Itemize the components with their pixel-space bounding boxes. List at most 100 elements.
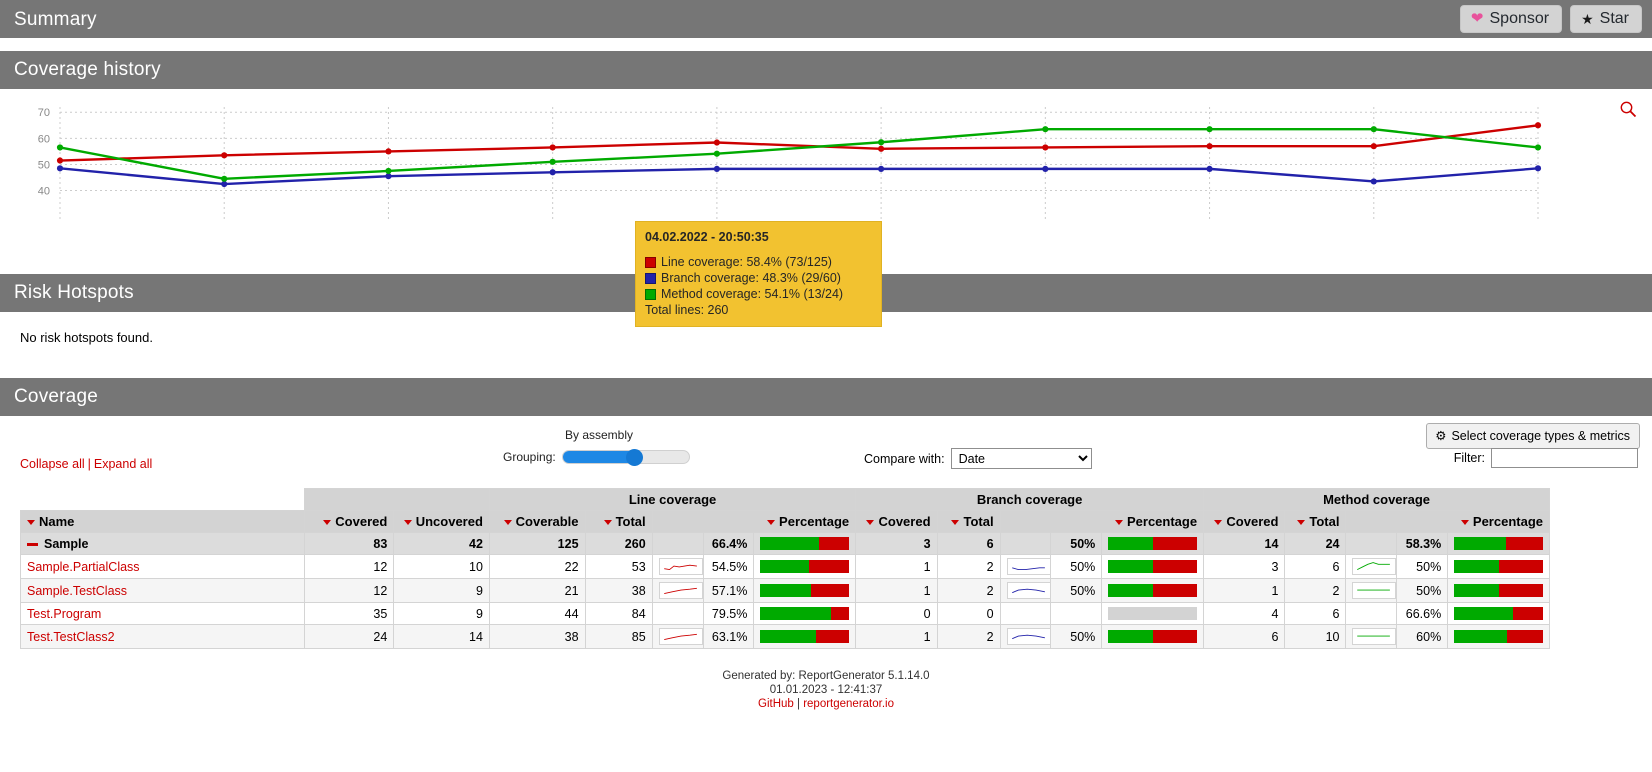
col-header-line-percentage[interactable]: Percentage [651,510,857,533]
coverage-bar [760,537,850,550]
cell-name[interactable]: Sample.TestClass [20,578,305,603]
row-name-link[interactable]: Sample.TestClass [27,584,127,598]
sort-caret-icon[interactable] [866,520,875,526]
cell-method-sparkline [1345,578,1398,603]
row-name-link[interactable]: Test.Program [27,607,101,621]
cell-branch-sparkline [999,578,1052,603]
sort-caret-icon[interactable] [1297,520,1306,526]
sort-caret-icon[interactable] [403,520,412,526]
sort-caret-icon[interactable] [603,520,612,526]
sort-caret-icon[interactable] [1214,520,1223,526]
cell-method-coverage-bar [1447,532,1550,555]
coverage-column-header-row: Name Covered Uncovered Coverable Total P… [20,510,1550,533]
cell-branch-coverage-bar [1101,602,1205,625]
coverage-bar [1108,537,1198,550]
coverage-bar-covered [1108,537,1153,550]
grouping-slider-knob[interactable] [625,449,643,466]
coverage-bar-uncovered [1507,630,1543,643]
coverage-bar-uncovered [811,584,850,597]
cell-line-coverable: 38 [488,624,586,649]
cell-line-coverable: 125 [488,532,586,555]
table-row[interactable]: Test.TestClass2 24 14 38 85 63.1% 1 2 50% 6 10 60% [20,624,1550,649]
table-row[interactable]: Test.Program 35 9 44 84 79.5% 0 0 4 6 66.6% [20,602,1550,625]
cell-branch-sparkline [999,624,1052,649]
coverage-bar-covered [760,537,820,550]
sponsor-button[interactable]: ❤ Sponsor [1459,4,1563,34]
sort-caret-icon[interactable] [767,520,776,526]
cell-name[interactable]: Test.Program [20,602,305,625]
coverage-bar-covered [1108,560,1153,573]
series-point [221,152,228,159]
cell-name[interactable]: Test.TestClass2 [20,624,305,649]
star-button[interactable]: ★ Star [1570,4,1642,34]
grouping-slider[interactable] [561,449,690,466]
github-buttons: ❤ Sponsor ★ Star [1459,4,1642,34]
col-header-line-total[interactable]: Total [584,510,653,533]
cell-line-percentage: 54.5% [702,554,755,579]
cell-branch-coverage-bar [1101,532,1205,555]
grouping-slider-fill [562,451,635,463]
table-row[interactable]: Sample.TestClass 12 9 21 38 57.1% 1 2 50% 1 2 50% [20,578,1550,603]
sort-caret-icon[interactable] [27,520,35,526]
row-name-link[interactable]: Sample.PartialClass [27,560,140,574]
compare-with-select[interactable]: Date [950,448,1092,469]
cell-branch-covered: 1 [855,578,938,603]
select-coverage-types-label: Select coverage types & metrics [1451,428,1630,443]
select-coverage-types-button[interactable]: ⚙ Select coverage types & metrics [1426,423,1640,449]
cell-line-uncovered: 9 [393,578,490,603]
footer-timestamp: 01.01.2023 - 12:41:37 [769,684,883,697]
col-header-name[interactable]: Name [20,510,305,533]
collapse-all-link[interactable]: Collapse all [20,457,85,471]
cell-method-covered: 3 [1203,554,1286,579]
series-point [549,158,556,165]
col-header-branch-covered[interactable]: Covered [855,510,938,533]
coverage-bar-uncovered [808,560,850,573]
coverage-bar [1454,584,1543,597]
coverage-bar-uncovered [1152,630,1198,643]
coverage-bar [760,607,850,620]
cell-method-total: 6 [1284,602,1347,625]
sort-caret-icon[interactable] [323,520,332,526]
row-name-link[interactable]: Test.TestClass2 [27,630,115,644]
cell-line-coverage-bar [753,578,857,603]
table-row[interactable]: Sample 83 42 125 260 66.4% 3 6 50% 14 24 58.3% [20,532,1550,555]
sort-caret-icon[interactable] [503,520,512,526]
footer-github-link[interactable]: GitHub [758,698,794,710]
coverage-bar-covered [1108,630,1153,643]
cell-branch-coverage-bar [1101,624,1205,649]
sort-caret-icon[interactable] [1460,520,1469,526]
expand-all-link[interactable]: Expand all [94,457,152,471]
chart-tooltip: 04.02.2022 - 20:50:35 Line coverage: 58.… [635,221,882,327]
col-header-method-percentage[interactable]: Percentage [1345,510,1550,533]
coverage-table-body: Sample 83 42 125 260 66.4% 3 6 50% 14 24 58.3% Sampl… [20,532,1550,649]
tooltip-method-row: Method coverage: 54.1% (13/24) [645,286,872,302]
col-header-line-uncovered[interactable]: Uncovered [393,510,490,533]
col-header-line-percentage-label: Percentage [779,514,850,529]
cell-line-coverage-bar [753,554,857,579]
filter-input[interactable] [1491,448,1638,468]
sort-caret-icon[interactable] [1114,520,1123,526]
table-row[interactable]: Sample.PartialClass 12 10 22 53 54.5% 1 2 50% 3 6 5… [20,554,1550,579]
series-point [1042,144,1049,151]
col-header-branch-total[interactable]: Total [936,510,1001,533]
collapse-minus-icon[interactable] [27,542,38,546]
cell-line-covered: 12 [303,554,395,579]
cell-line-sparkline [651,602,704,625]
footer-site-link[interactable]: reportgenerator.io [803,698,894,710]
filter-label: Filter: [1453,451,1485,465]
series-point [713,165,720,172]
col-header-line-coverable[interactable]: Coverable [488,510,586,533]
col-header-line-covered[interactable]: Covered [303,510,395,533]
col-header-method-covered[interactable]: Covered [1203,510,1286,533]
cell-line-sparkline [651,554,704,579]
magnifier-icon[interactable] [1618,99,1638,119]
col-header-branch-percentage[interactable]: Percentage [999,510,1205,533]
cell-method-total: 2 [1284,578,1347,603]
cell-method-coverage-bar [1447,554,1550,579]
cell-name[interactable]: Sample.PartialClass [20,554,305,579]
col-header-method-total[interactable]: Total [1284,510,1347,533]
sort-caret-icon[interactable] [951,520,960,526]
tooltip-total-row: Total lines: 260 [645,302,872,318]
cell-name[interactable]: Sample [20,532,305,555]
history-sparkline [1006,628,1050,645]
